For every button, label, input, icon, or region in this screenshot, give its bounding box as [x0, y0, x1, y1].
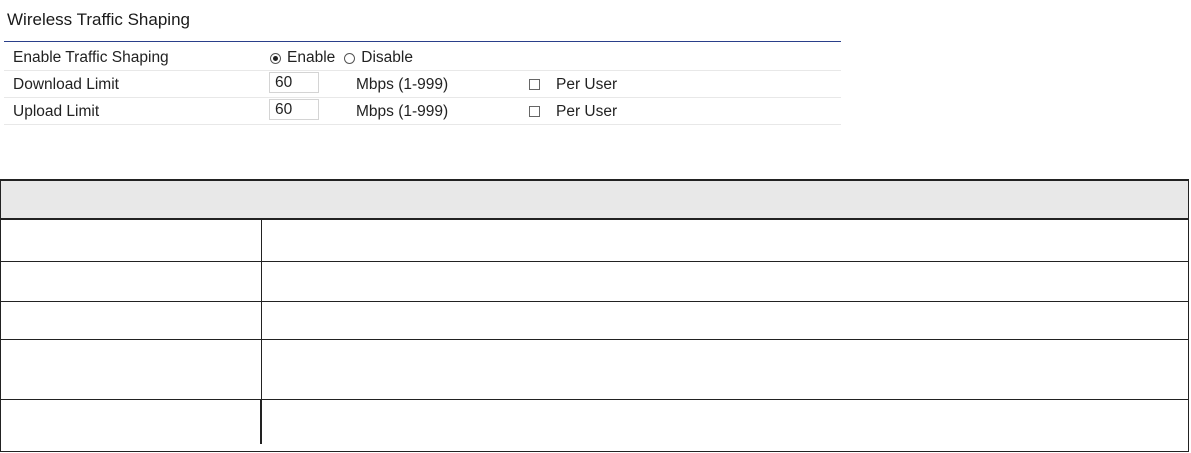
description-cell — [263, 220, 1188, 261]
field-cell — [1, 262, 262, 301]
download-limit-row: Download Limit Mbps (1-999) Per User — [4, 71, 841, 98]
disable-radio-label[interactable]: Disable — [361, 49, 413, 67]
enable-radio[interactable] — [270, 52, 281, 64]
enable-traffic-shaping-row: Enable Traffic Shaping Enable Disable — [4, 44, 841, 71]
disable-radio[interactable] — [344, 52, 356, 64]
description-cell — [263, 262, 1188, 301]
enable-radio-group: Enable Disable — [270, 49, 422, 67]
download-limit-unit: Mbps (1-999) — [356, 76, 449, 93]
download-limit-label: Download Limit — [13, 76, 119, 93]
description-table — [0, 179, 1189, 452]
download-limit-input[interactable] — [269, 72, 319, 93]
description-cell — [263, 400, 1188, 444]
upload-limit-label: Upload Limit — [13, 103, 100, 120]
table-row — [1, 340, 1188, 400]
field-cell — [1, 302, 262, 339]
description-table-header — [1, 181, 1188, 220]
description-cell — [263, 340, 1188, 399]
field-cell — [1, 220, 262, 261]
upload-limit-unit: Mbps (1-999) — [356, 103, 449, 120]
description-cell — [263, 302, 1188, 339]
table-row — [1, 302, 1188, 340]
traffic-shaping-settings: Enable Traffic Shaping Enable Disable Do… — [4, 44, 841, 125]
enable-radio-label[interactable]: Enable — [287, 49, 335, 67]
enable-traffic-shaping-label: Enable Traffic Shaping — [13, 49, 169, 66]
download-per-user-label[interactable]: Per User — [556, 76, 617, 94]
field-cell — [1, 340, 262, 399]
table-row — [1, 262, 1188, 302]
download-per-user-checkbox[interactable] — [529, 79, 540, 90]
section-title: Wireless Traffic Shaping — [7, 10, 190, 29]
upload-per-user-label[interactable]: Per User — [556, 103, 617, 121]
table-row — [1, 400, 1188, 444]
upload-limit-input[interactable] — [269, 99, 319, 120]
upload-limit-row: Upload Limit Mbps (1-999) Per User — [4, 98, 841, 125]
upload-per-user-checkbox[interactable] — [529, 106, 540, 117]
table-row — [1, 220, 1188, 262]
field-cell — [1, 400, 262, 444]
title-divider — [4, 41, 841, 42]
